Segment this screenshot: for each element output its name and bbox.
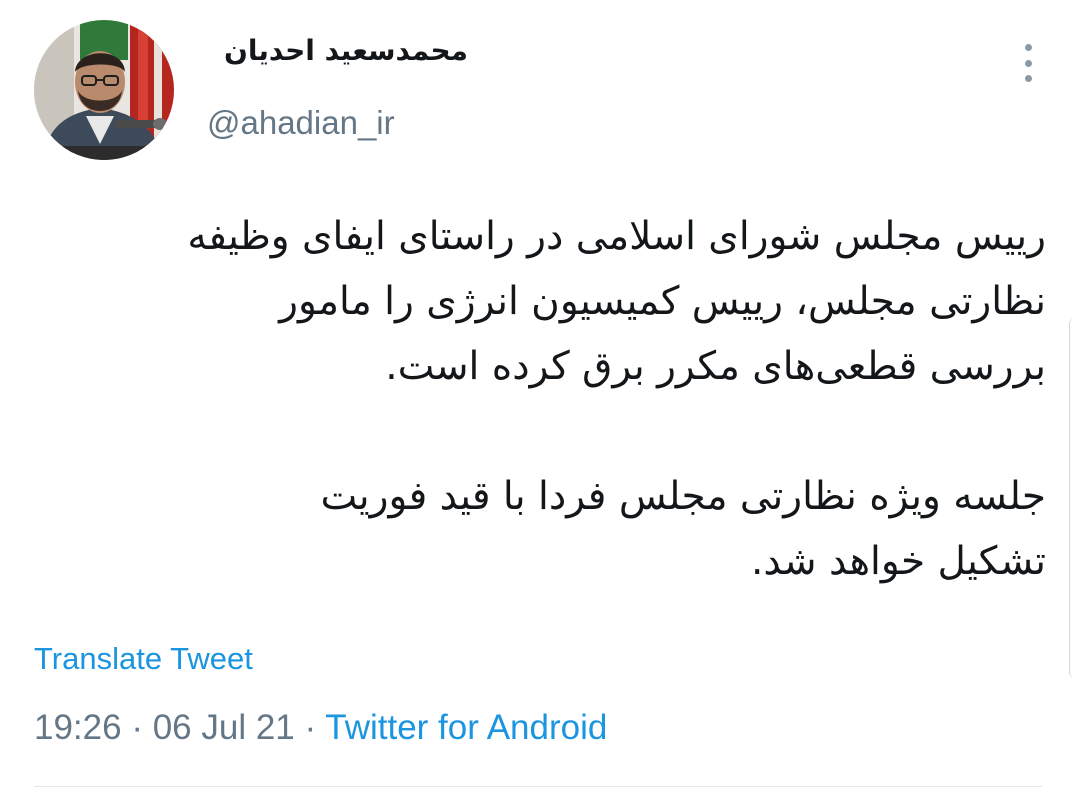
tweet-card: محمدسعید احدیان @ahadian_ir رییس مجلس شو… xyxy=(0,0,1076,799)
more-dot xyxy=(1024,44,1032,51)
tweet-meta: 19:26 · 06 Jul 21 · Twitter for Android xyxy=(34,708,607,748)
meta-separator: · xyxy=(304,708,317,747)
more-dot xyxy=(1024,75,1032,82)
translate-tweet-link[interactable]: Translate Tweet xyxy=(34,641,253,677)
divider xyxy=(34,786,1042,787)
more-vertical-icon[interactable] xyxy=(1014,44,1042,82)
tweet-date: 06 Jul 21 xyxy=(152,708,295,747)
tweet-paragraph: جلسه ویژه نظارتی مجلس فردا با قید فوریت … xyxy=(320,474,1046,584)
author-handle[interactable]: @ahadian_ir xyxy=(207,104,395,142)
tweet-paragraph: رییس مجلس شورای اسلامی در راستای ایفای و… xyxy=(187,214,1046,389)
scrollbar[interactable] xyxy=(1069,318,1076,678)
tweet-source-link[interactable]: Twitter for Android xyxy=(325,708,607,747)
more-dot xyxy=(1024,59,1032,67)
avatar-photo xyxy=(34,20,174,160)
tweet-text: رییس مجلس شورای اسلامی در راستای ایفای و… xyxy=(26,204,1046,594)
avatar[interactable] xyxy=(34,20,174,160)
meta-separator: · xyxy=(131,708,143,747)
tweet-time: 19:26 xyxy=(34,708,122,747)
author-display-name[interactable]: محمدسعید احدیان xyxy=(224,34,468,67)
